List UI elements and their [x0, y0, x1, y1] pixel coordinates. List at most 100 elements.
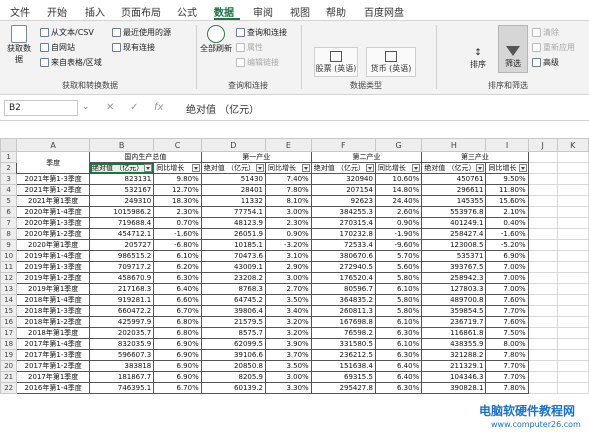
data-cell[interactable]: 8.00%: [485, 338, 529, 350]
data-cell[interactable]: 746395.1: [89, 382, 155, 394]
column-header[interactable]: J: [527, 138, 558, 152]
season-cell[interactable]: 2017年第1-2季度: [16, 360, 91, 372]
data-cell[interactable]: 2.30%: [153, 206, 202, 218]
data-cell[interactable]: 3.00%: [264, 206, 312, 218]
filter-dropdown-icon[interactable]: [412, 164, 421, 172]
data-cell[interactable]: 8.10%: [264, 195, 312, 207]
cell[interactable]: [556, 294, 589, 306]
existing-connections-button[interactable]: 现有连接: [112, 42, 155, 53]
data-cell[interactable]: 660472.2: [89, 305, 155, 317]
data-cell[interactable]: 0.90%: [374, 217, 423, 229]
edit-links-button[interactable]: 编辑链接: [236, 57, 279, 68]
cell[interactable]: [556, 316, 589, 328]
season-cell[interactable]: 2021年第1-3季度: [16, 173, 91, 185]
data-cell[interactable]: 5.80%: [374, 305, 423, 317]
column-header[interactable]: C: [153, 138, 202, 152]
data-cell[interactable]: 123008.5: [421, 239, 487, 251]
cell[interactable]: [556, 162, 589, 174]
data-cell[interactable]: 6.40%: [153, 283, 202, 295]
cell[interactable]: [527, 217, 558, 229]
data-cell[interactable]: 6.30%: [153, 272, 202, 284]
data-cell[interactable]: 202035.7: [89, 327, 155, 339]
row-header[interactable]: 8: [0, 228, 18, 240]
insert-function-icon[interactable]: fx: [154, 102, 163, 113]
data-cell[interactable]: 236212.5: [310, 349, 376, 361]
data-cell[interactable]: 3.30%: [264, 382, 312, 394]
cell[interactable]: [527, 162, 558, 174]
data-cell[interactable]: 823131: [89, 173, 155, 185]
tab-help[interactable]: 帮助: [326, 4, 346, 19]
cell[interactable]: [556, 250, 589, 262]
data-cell[interactable]: 6.40%: [374, 371, 423, 383]
data-cell[interactable]: 364835.2: [310, 294, 376, 306]
season-cell[interactable]: 2019年第1-3季度: [16, 261, 91, 273]
data-cell[interactable]: 7.60%: [485, 294, 529, 306]
cell[interactable]: [527, 360, 558, 372]
data-cell[interactable]: 80596.7: [310, 283, 376, 295]
data-cell[interactable]: 535371: [421, 250, 487, 262]
tertiary-yoy-header[interactable]: 同比增长: [485, 162, 529, 174]
row-header[interactable]: 7: [0, 217, 18, 229]
data-cell[interactable]: 320940: [310, 173, 376, 185]
data-cell[interactable]: 260811.3: [310, 305, 376, 317]
data-cell[interactable]: 2.70%: [264, 283, 312, 295]
secondary-abs-header[interactable]: 绝对值 （亿元）: [310, 162, 376, 174]
data-cell[interactable]: 10.60%: [374, 173, 423, 185]
data-cell[interactable]: 64745.2: [200, 294, 266, 306]
tab-file[interactable]: 文件: [10, 4, 30, 19]
data-cell[interactable]: 3.20%: [264, 316, 312, 328]
tertiary-industry-header[interactable]: 第三产业: [421, 151, 529, 163]
data-cell[interactable]: 2.30%: [264, 217, 312, 229]
row-header[interactable]: 15: [0, 305, 18, 317]
cell[interactable]: [556, 217, 589, 229]
data-cell[interactable]: 401249.1: [421, 217, 487, 229]
cell[interactable]: [527, 261, 558, 273]
data-cell[interactable]: 3.50%: [264, 360, 312, 372]
row-header[interactable]: 6: [0, 206, 18, 218]
row-header[interactable]: 21: [0, 371, 18, 383]
tab-insert[interactable]: 插入: [85, 4, 105, 19]
column-header[interactable]: F: [310, 138, 376, 152]
tertiary-abs-header[interactable]: 绝对值 （亿元）: [421, 162, 487, 174]
data-cell[interactable]: 6.20%: [153, 261, 202, 273]
data-cell[interactable]: -1.90%: [374, 228, 423, 240]
cell[interactable]: [556, 151, 589, 163]
data-cell[interactable]: 7.00%: [485, 261, 529, 273]
data-cell[interactable]: 6.30%: [374, 382, 423, 394]
data-cell[interactable]: 832035.9: [89, 338, 155, 350]
column-header[interactable]: K: [556, 138, 589, 152]
data-cell[interactable]: 295427.8: [310, 382, 376, 394]
data-cell[interactable]: 145355: [421, 195, 487, 207]
data-cell[interactable]: 6.90%: [485, 250, 529, 262]
data-cell[interactable]: 151638.4: [310, 360, 376, 372]
cell[interactable]: [556, 228, 589, 240]
data-cell[interactable]: 23208.2: [200, 272, 266, 284]
data-cell[interactable]: 6.30%: [374, 327, 423, 339]
data-cell[interactable]: 0.90%: [264, 228, 312, 240]
refresh-all-button[interactable]: 全部刷新: [200, 25, 232, 54]
filter-dropdown-icon[interactable]: [255, 164, 264, 172]
cell[interactable]: [527, 316, 558, 328]
data-cell[interactable]: -6.80%: [153, 239, 202, 251]
data-cell[interactable]: 2.60%: [374, 206, 423, 218]
reapply-button[interactable]: 重新应用: [532, 42, 575, 53]
cell[interactable]: [527, 283, 558, 295]
filter-dropdown-icon[interactable]: [301, 164, 310, 172]
data-cell[interactable]: 176520.4: [310, 272, 376, 284]
cell[interactable]: [527, 349, 558, 361]
data-cell[interactable]: -3.20%: [264, 239, 312, 251]
get-data-button[interactable]: 获取数 据: [4, 25, 34, 65]
season-cell[interactable]: 2019年第1-2季度: [16, 272, 91, 284]
season-cell[interactable]: 2020年第1季度: [16, 239, 91, 251]
cell[interactable]: [556, 195, 589, 207]
cell[interactable]: [527, 305, 558, 317]
cell[interactable]: [556, 184, 589, 196]
row-header[interactable]: 20: [0, 360, 18, 372]
row-header[interactable]: 18: [0, 338, 18, 350]
season-cell[interactable]: 2020年第1-2季度: [16, 228, 91, 240]
data-cell[interactable]: 331580.5: [310, 338, 376, 350]
data-cell[interactable]: 1015986.2: [89, 206, 155, 218]
data-cell[interactable]: 321288.2: [421, 349, 487, 361]
data-cell[interactable]: 270315.4: [310, 217, 376, 229]
data-cell[interactable]: 20850.8: [200, 360, 266, 372]
